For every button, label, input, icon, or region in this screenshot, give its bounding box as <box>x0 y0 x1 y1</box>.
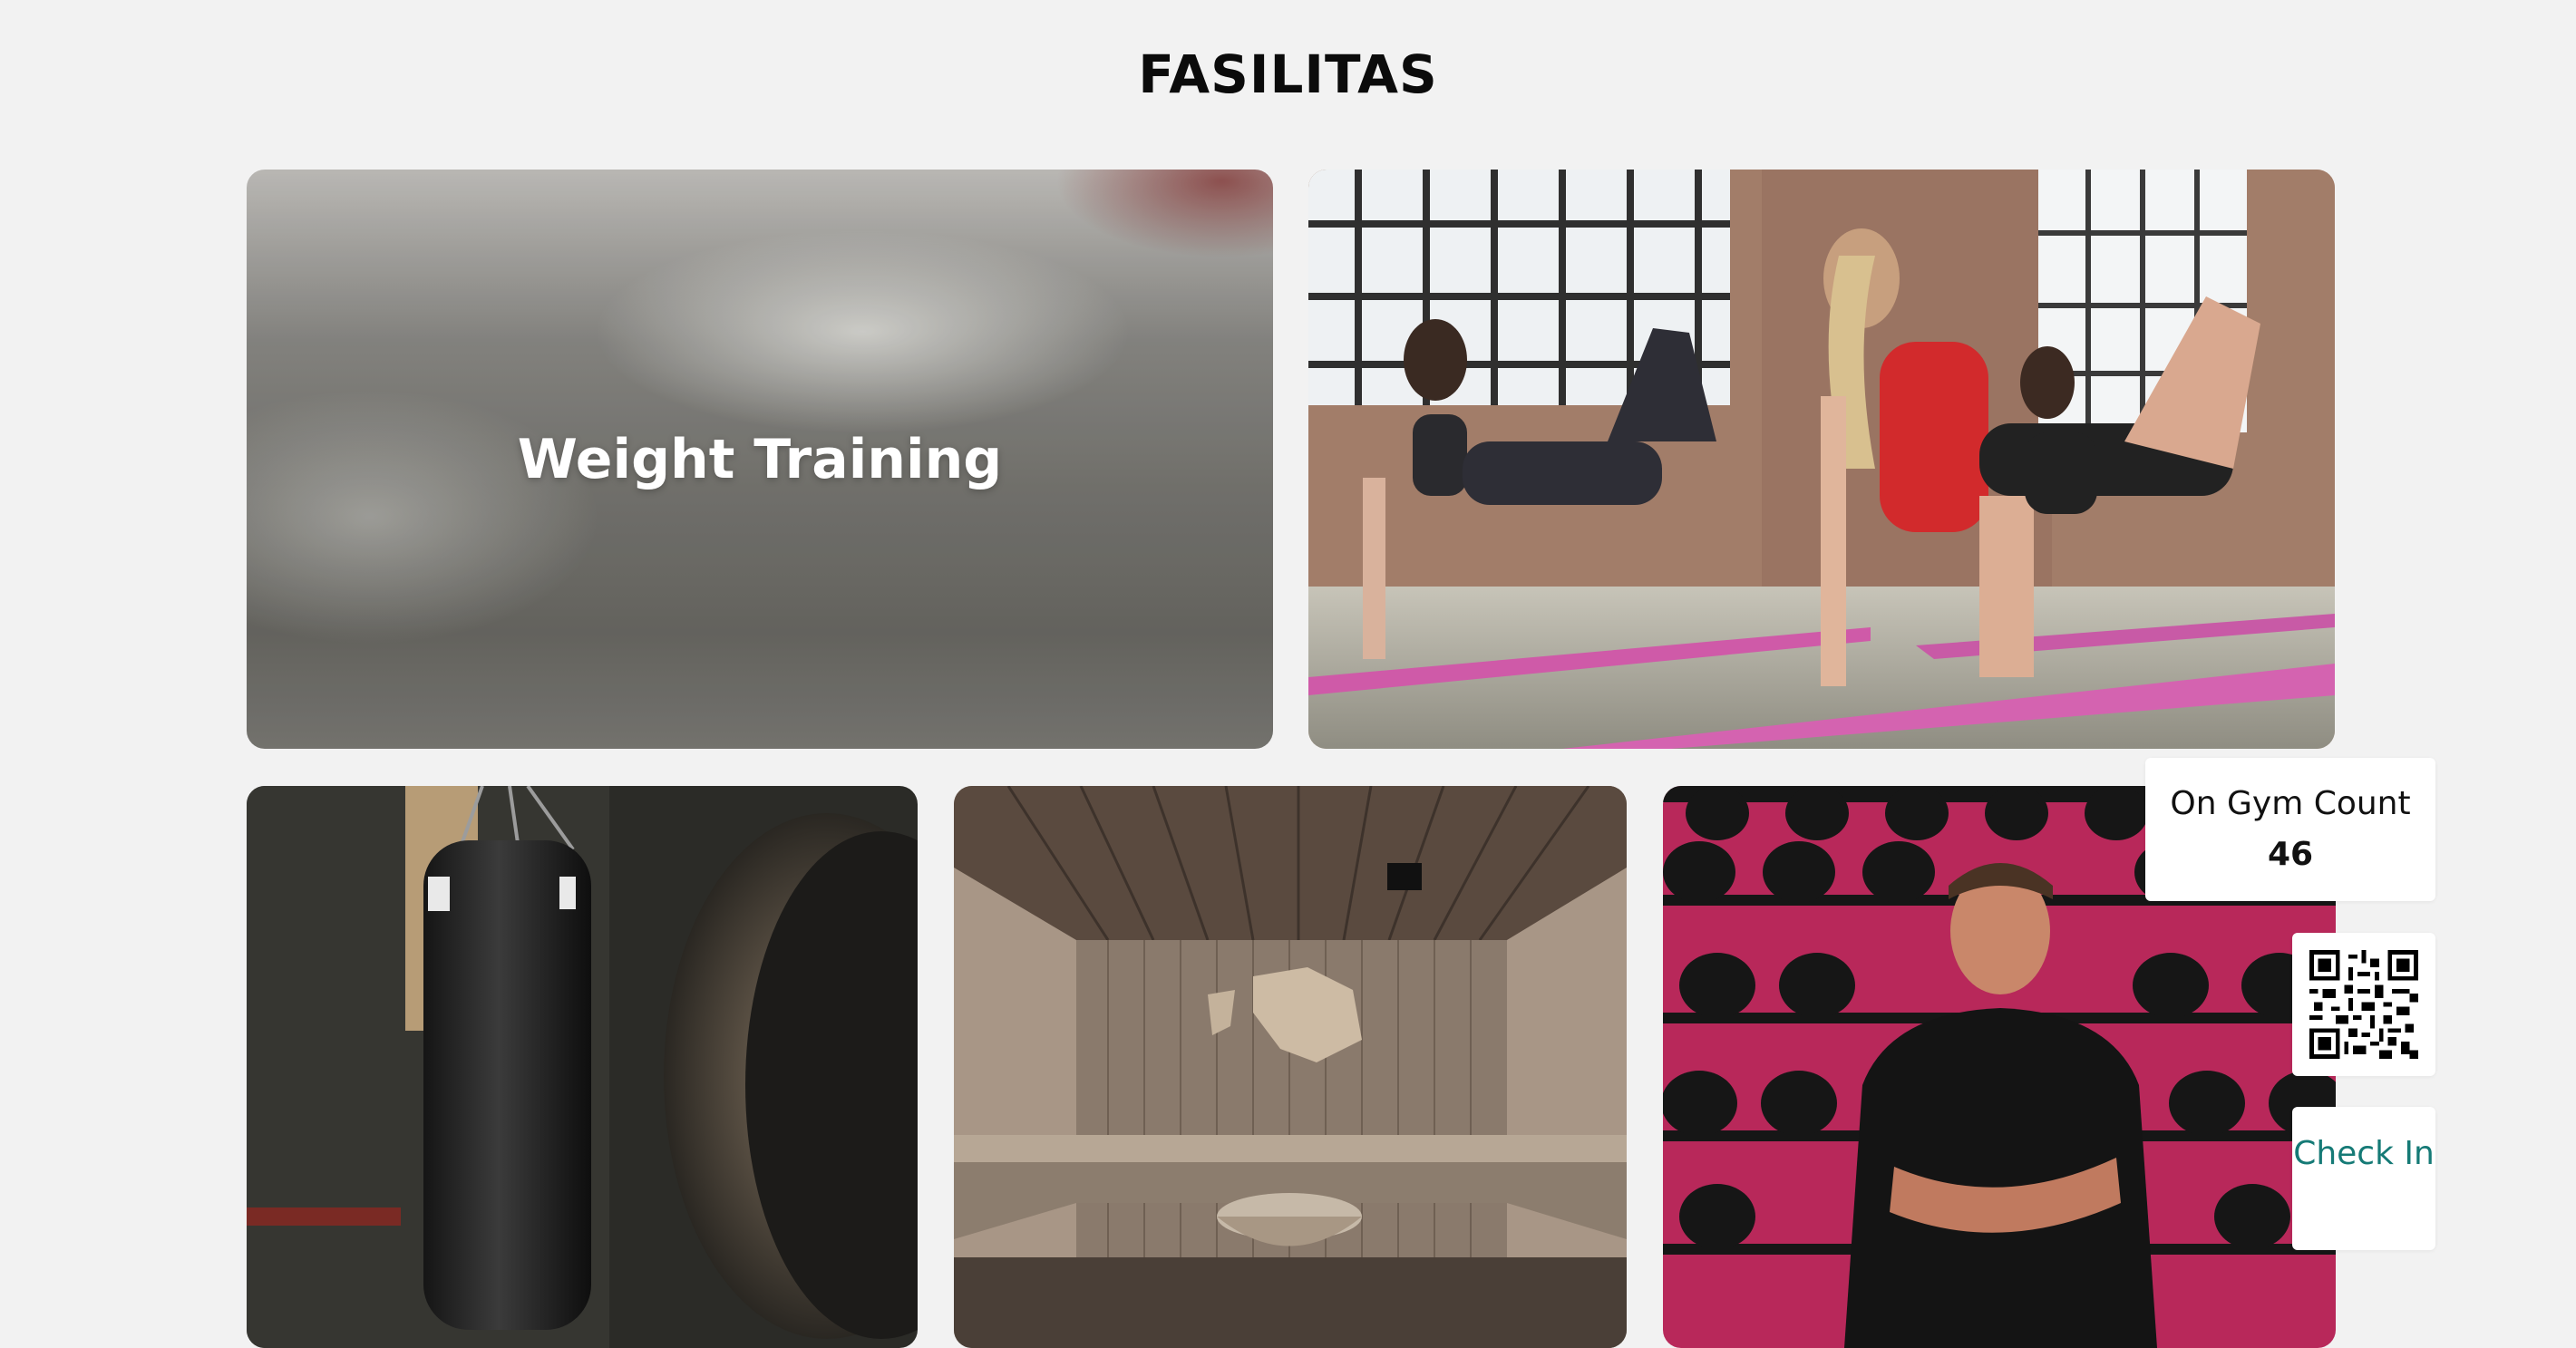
punching-bag-photo <box>247 786 918 1348</box>
on-gym-count-panel: On Gym Count 46 <box>2145 758 2435 901</box>
facility-card-boxing[interactable] <box>247 786 918 1348</box>
check-in-label: Check In <box>2293 1135 2435 1172</box>
check-in-button[interactable]: Check In <box>2292 1107 2435 1250</box>
qr-code-icon <box>2309 950 2418 1059</box>
facility-card-sauna[interactable] <box>954 786 1627 1348</box>
on-gym-count-label: On Gym Count <box>2170 785 2411 822</box>
page-title: FASILITAS <box>1138 44 1438 105</box>
facility-card-exercise-class[interactable] <box>1308 170 2335 749</box>
on-gym-count-value: 46 <box>2267 836 2314 873</box>
exercise-class-photo <box>1308 170 2335 749</box>
sauna-photo <box>954 786 1627 1348</box>
qr-code-button[interactable] <box>2292 933 2435 1076</box>
facility-card-weight-training[interactable]: Weight Training <box>247 170 1273 749</box>
facility-label: Weight Training <box>517 427 1003 491</box>
